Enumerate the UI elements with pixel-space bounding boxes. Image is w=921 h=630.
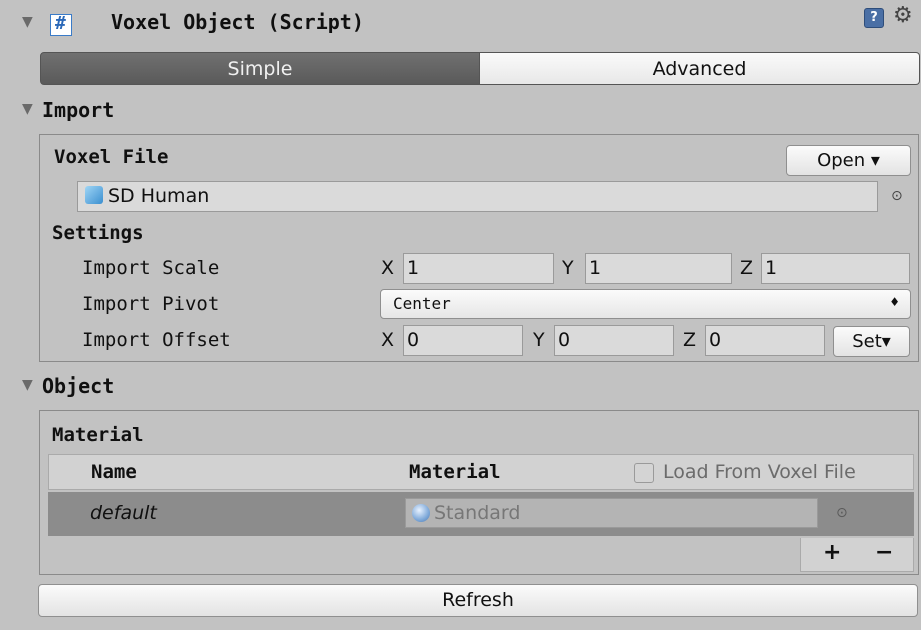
list-add-remove-footer: + − — [800, 538, 914, 572]
scale-y-input[interactable]: 1 — [585, 253, 732, 284]
refresh-button[interactable]: Refresh — [38, 584, 918, 617]
csharp-script-icon — [50, 13, 72, 36]
scale-x-input[interactable]: 1 — [403, 253, 554, 284]
collapse-triangle-icon[interactable]: ▼ — [22, 14, 33, 30]
object-section-title[interactable]: Object — [42, 374, 114, 398]
material-picker-icon[interactable]: ⊙ — [836, 505, 848, 521]
add-icon[interactable]: + — [823, 540, 841, 565]
import-offset-label: Import Offset — [82, 329, 231, 351]
offset-z-label: Z — [683, 329, 697, 351]
settings-label: Settings — [52, 222, 144, 244]
tab-advanced[interactable]: Advanced — [480, 52, 920, 85]
material-table-header: Name Material Load From Voxel File — [48, 454, 914, 490]
voxel-asset-icon — [85, 186, 103, 204]
offset-y-label: Y — [533, 329, 545, 351]
open-dropdown-button[interactable]: Open ▾ — [786, 145, 911, 176]
gear-icon[interactable]: ⚙ — [893, 3, 913, 28]
import-scale-label: Import Scale — [82, 257, 220, 279]
voxel-file-field[interactable]: SD Human — [77, 181, 878, 212]
scale-z-input[interactable]: 1 — [761, 253, 910, 284]
object-picker-icon[interactable]: ⊙ — [891, 188, 903, 204]
import-collapse-icon[interactable]: ▼ — [22, 101, 33, 117]
dropdown-arrow-icon: ♦ — [889, 295, 900, 309]
import-pivot-label: Import Pivot — [82, 293, 220, 315]
import-pivot-dropdown[interactable]: Center ♦ — [380, 289, 911, 319]
material-field[interactable]: Standard — [405, 498, 818, 528]
row-name: default — [90, 502, 157, 524]
set-dropdown-button[interactable]: Set▾ — [833, 326, 910, 357]
remove-icon[interactable]: − — [875, 540, 893, 565]
scale-y-label: Y — [562, 257, 574, 279]
column-name-header: Name — [91, 461, 137, 483]
offset-z-input[interactable]: 0 — [705, 325, 825, 356]
offset-y-input[interactable]: 0 — [554, 325, 674, 356]
voxel-file-value: SD Human — [108, 185, 210, 207]
material-label: Material — [52, 424, 144, 446]
material-sphere-icon — [412, 504, 430, 522]
tab-simple[interactable]: Simple — [40, 52, 480, 85]
column-material-header: Material — [409, 461, 501, 483]
help-icon[interactable]: ? — [864, 8, 884, 28]
offset-x-input[interactable]: 0 — [403, 325, 523, 356]
scale-x-label: X — [381, 257, 395, 279]
scale-z-label: Z — [740, 257, 754, 279]
import-section-title[interactable]: Import — [42, 98, 114, 122]
voxel-file-label: Voxel File — [54, 146, 169, 168]
object-collapse-icon[interactable]: ▼ — [22, 377, 33, 393]
component-header: ▼ Voxel Object (Script) ? ⚙ — [0, 0, 921, 48]
component-title[interactable]: Voxel Object (Script) — [111, 10, 364, 34]
pivot-value: Center — [393, 294, 451, 313]
load-from-voxel-file-label: Load From Voxel File — [663, 461, 856, 483]
offset-x-label: X — [381, 329, 395, 351]
load-from-voxel-file-checkbox[interactable] — [634, 463, 654, 483]
